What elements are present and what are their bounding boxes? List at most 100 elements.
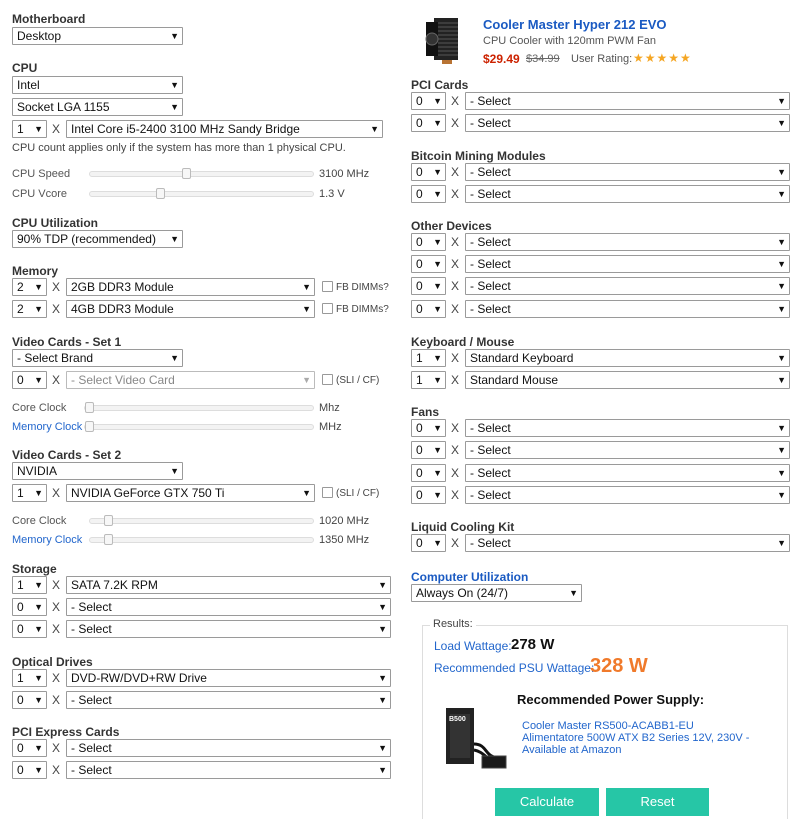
cpu-socket-select[interactable]: Socket LGA 1155 ▼ [12, 98, 183, 116]
video-set2-card-select[interactable]: NVIDIA GeForce GTX 750 Ti ▼ [66, 484, 315, 502]
other-item-select[interactable]: - Select ▼ [465, 255, 790, 273]
bitcoin-qty-select[interactable]: 0 ▼ [411, 185, 446, 203]
core-clock-label: Core Clock [12, 402, 67, 414]
bitcoin-qty-select[interactable]: 0 ▼ [411, 163, 446, 181]
power-supply-icon [446, 708, 507, 769]
optical-qty-select[interactable]: 0 ▼ [12, 691, 47, 709]
other-qty-select[interactable]: 0 ▼ [411, 233, 446, 251]
pcie-item-select[interactable]: - Select ▼ [66, 739, 391, 757]
fan-qty-select[interactable]: 0 ▼ [411, 441, 446, 459]
sli-label: (SLI / CF) [336, 488, 380, 499]
video-set1-card-select[interactable]: - Select Video Card ▼ [66, 371, 315, 389]
core-clock-slider[interactable] [84, 402, 314, 413]
memory-clock-link[interactable]: Memory Clock [12, 534, 82, 546]
pcie-qty-select[interactable]: 0 ▼ [12, 739, 47, 757]
video-set1-qty-select[interactable]: 0 ▼ [12, 371, 47, 389]
core-clock-slider[interactable] [89, 515, 314, 526]
memory-clock-slider-handle[interactable] [104, 534, 113, 545]
mouse-item-select[interactable]: Standard Mouse ▼ [465, 371, 790, 389]
fan-qty-select[interactable]: 0 ▼ [411, 464, 446, 482]
optical-item-select[interactable]: DVD-RW/DVD+RW Drive ▼ [66, 669, 391, 687]
cpu-utilization-select[interactable]: 90% TDP (recommended) ▼ [12, 230, 183, 248]
cpu-count-select[interactable]: 1 ▼ [12, 120, 47, 138]
fan-qty-select[interactable]: 0 ▼ [411, 419, 446, 437]
memory-qty-select[interactable]: 2 ▼ [12, 300, 47, 318]
cpu-speed-slider-handle[interactable] [182, 168, 191, 179]
storage-label: Storage [12, 562, 57, 576]
cpu-brand-select[interactable]: Intel ▼ [12, 76, 183, 94]
keyboard-item-select[interactable]: Standard Keyboard ▼ [465, 349, 790, 367]
calculate-button[interactable]: Calculate [495, 788, 599, 816]
cpu-vcore-slider-handle[interactable] [156, 188, 165, 199]
core-clock-slider-handle[interactable] [104, 515, 113, 526]
fan-item-select[interactable]: - Select ▼ [465, 441, 790, 459]
pcie-item-select[interactable]: - Select ▼ [66, 761, 391, 779]
memory-clock-link[interactable]: Memory Clock [12, 421, 82, 433]
storage-item-value: - Select [71, 600, 112, 614]
bitcoin-item-select[interactable]: - Select ▼ [465, 185, 790, 203]
keyboard-qty-select[interactable]: 1 ▼ [411, 349, 446, 367]
cpu-vcore-slider[interactable] [89, 188, 314, 199]
other-item-select[interactable]: - Select ▼ [465, 233, 790, 251]
pci-item-select[interactable]: - Select ▼ [465, 114, 790, 132]
storage-item-select[interactable]: SATA 7.2K RPM ▼ [66, 576, 391, 594]
sli-checkbox[interactable] [322, 374, 333, 385]
optical-item-select[interactable]: - Select ▼ [66, 691, 391, 709]
mouse-qty-select[interactable]: 1 ▼ [411, 371, 446, 389]
pcie-qty-select[interactable]: 0 ▼ [12, 761, 47, 779]
memory-module-select[interactable]: 4GB DDR3 Module ▼ [66, 300, 315, 318]
cpu-speed-slider[interactable] [89, 168, 314, 179]
optical-qty-select[interactable]: 1 ▼ [12, 669, 47, 687]
storage-item-select[interactable]: - Select ▼ [66, 620, 391, 638]
memory-clock-slider[interactable] [84, 421, 314, 432]
storage-item-select[interactable]: - Select ▼ [66, 598, 391, 616]
chevron-down-icon: ▼ [170, 353, 179, 363]
storage-qty-select[interactable]: 1 ▼ [12, 576, 47, 594]
cooler-product-image[interactable] [420, 14, 470, 66]
cooler-ad-title[interactable]: Cooler Master Hyper 212 EVO [483, 17, 667, 32]
psu-box-text: B500 [449, 716, 466, 723]
motherboard-select-value: Desktop [17, 29, 62, 43]
sli-checkbox[interactable] [322, 487, 333, 498]
pci-item-select[interactable]: - Select ▼ [465, 92, 790, 110]
other-qty-select[interactable]: 0 ▼ [411, 277, 446, 295]
reset-button[interactable]: Reset [606, 788, 709, 816]
other-qty-select[interactable]: 0 ▼ [411, 300, 446, 318]
cpu-model-select[interactable]: Intel Core i5-2400 3100 MHz Sandy Bridge… [66, 120, 383, 138]
chevron-down-icon: ▼ [777, 304, 786, 314]
motherboard-select[interactable]: Desktop ▼ [12, 27, 183, 45]
fb-dimms-checkbox[interactable] [322, 303, 333, 314]
recommended-psu-link[interactable]: Cooler Master RS500-ACABB1-EU Alimentato… [522, 720, 757, 756]
video-set1-brand-select[interactable]: - Select Brand ▼ [12, 349, 183, 367]
psu-product-image[interactable]: B500 [444, 704, 510, 772]
computer-utilization-select[interactable]: Always On (24/7) ▼ [411, 584, 582, 602]
other-item-select[interactable]: - Select ▼ [465, 300, 790, 318]
core-clock-slider-handle[interactable] [85, 402, 94, 413]
storage-qty-select[interactable]: 0 ▼ [12, 620, 47, 638]
chevron-down-icon: ▼ [433, 118, 442, 128]
liquid-item-select[interactable]: - Select ▼ [465, 534, 790, 552]
pci-cards-label: PCI Cards [411, 78, 469, 92]
fan-item-value: - Select [470, 466, 511, 480]
memory-clock-slider[interactable] [89, 534, 314, 545]
video-set2-qty-select[interactable]: 1 ▼ [12, 484, 47, 502]
memory-module-select[interactable]: 2GB DDR3 Module ▼ [66, 278, 315, 296]
fan-item-select[interactable]: - Select ▼ [465, 486, 790, 504]
memory-clock-slider-handle[interactable] [85, 421, 94, 432]
bitcoin-item-select[interactable]: - Select ▼ [465, 163, 790, 181]
video-set2-brand-select[interactable]: NVIDIA ▼ [12, 462, 183, 480]
chevron-down-icon: ▼ [302, 375, 311, 385]
memory-qty-select[interactable]: 2 ▼ [12, 278, 47, 296]
other-item-select[interactable]: - Select ▼ [465, 277, 790, 295]
chevron-down-icon: ▼ [170, 102, 179, 112]
storage-qty-select[interactable]: 0 ▼ [12, 598, 47, 616]
fb-dimms-checkbox[interactable] [322, 281, 333, 292]
liquid-qty-select[interactable]: 0 ▼ [411, 534, 446, 552]
pci-qty-select[interactable]: 0 ▼ [411, 114, 446, 132]
pci-qty-select[interactable]: 0 ▼ [411, 92, 446, 110]
fan-item-select[interactable]: - Select ▼ [465, 464, 790, 482]
fan-item-select[interactable]: - Select ▼ [465, 419, 790, 437]
fan-qty-select[interactable]: 0 ▼ [411, 486, 446, 504]
times-sign: X [451, 257, 460, 271]
other-qty-select[interactable]: 0 ▼ [411, 255, 446, 273]
